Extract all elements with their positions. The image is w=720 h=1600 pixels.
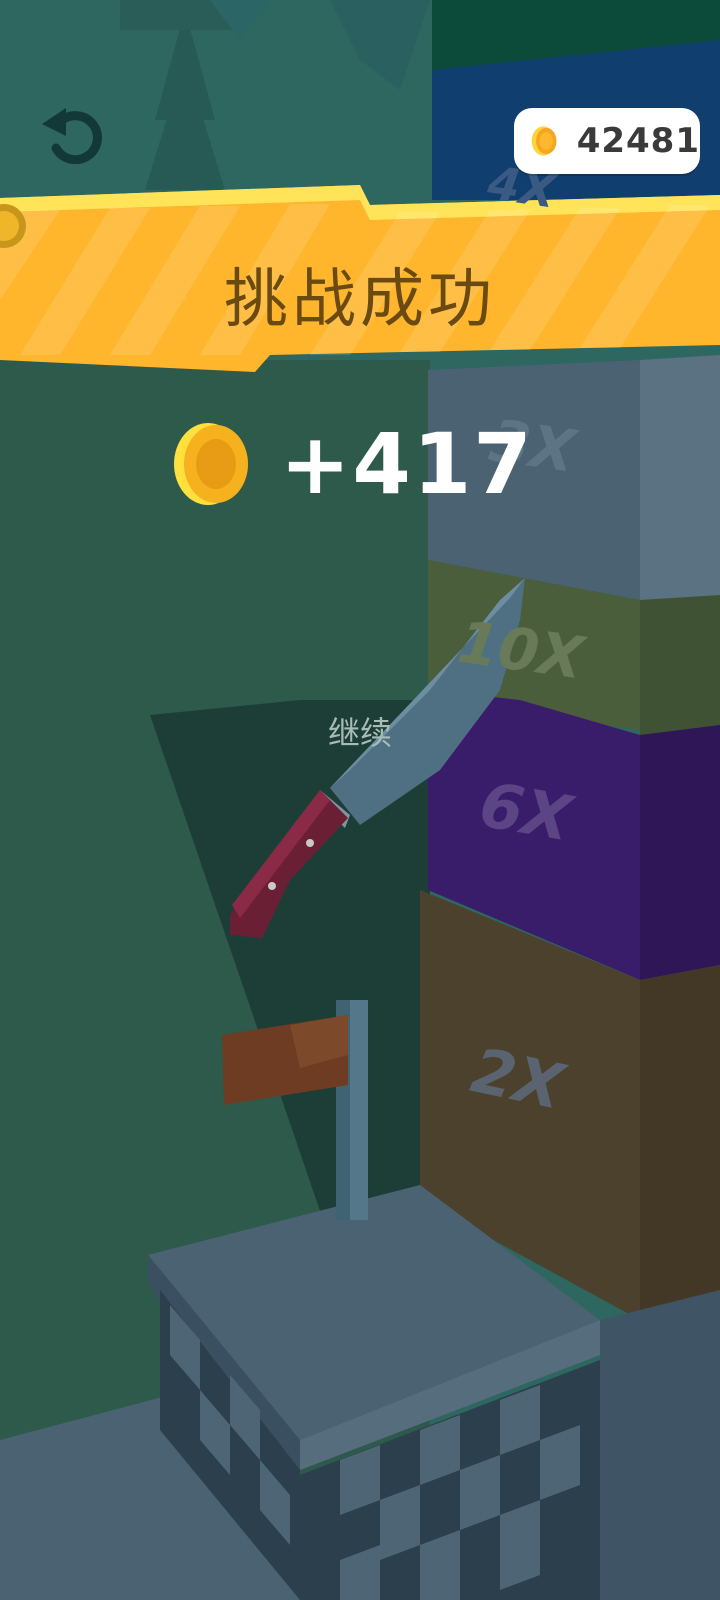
game-stage[interactable]: 4X 3X 10X 6X 2X 42481 挑战成功 +417 继续 bbox=[0, 0, 720, 1600]
level-complete-title: 挑战成功 bbox=[224, 263, 496, 337]
game-scene bbox=[0, 0, 720, 1600]
continue-button[interactable]: 继续 bbox=[300, 708, 420, 754]
coin-balance: 42481 bbox=[514, 108, 700, 174]
reward-amount: +417 bbox=[170, 415, 534, 513]
reward-value: +417 bbox=[280, 415, 534, 513]
coin-balance-value: 42481 bbox=[576, 121, 700, 161]
undo-icon bbox=[42, 108, 102, 165]
coin-icon bbox=[531, 126, 557, 156]
undo-button[interactable] bbox=[38, 104, 106, 165]
coin-icon bbox=[174, 423, 248, 505]
multiplier-6x: 6X bbox=[474, 767, 577, 856]
